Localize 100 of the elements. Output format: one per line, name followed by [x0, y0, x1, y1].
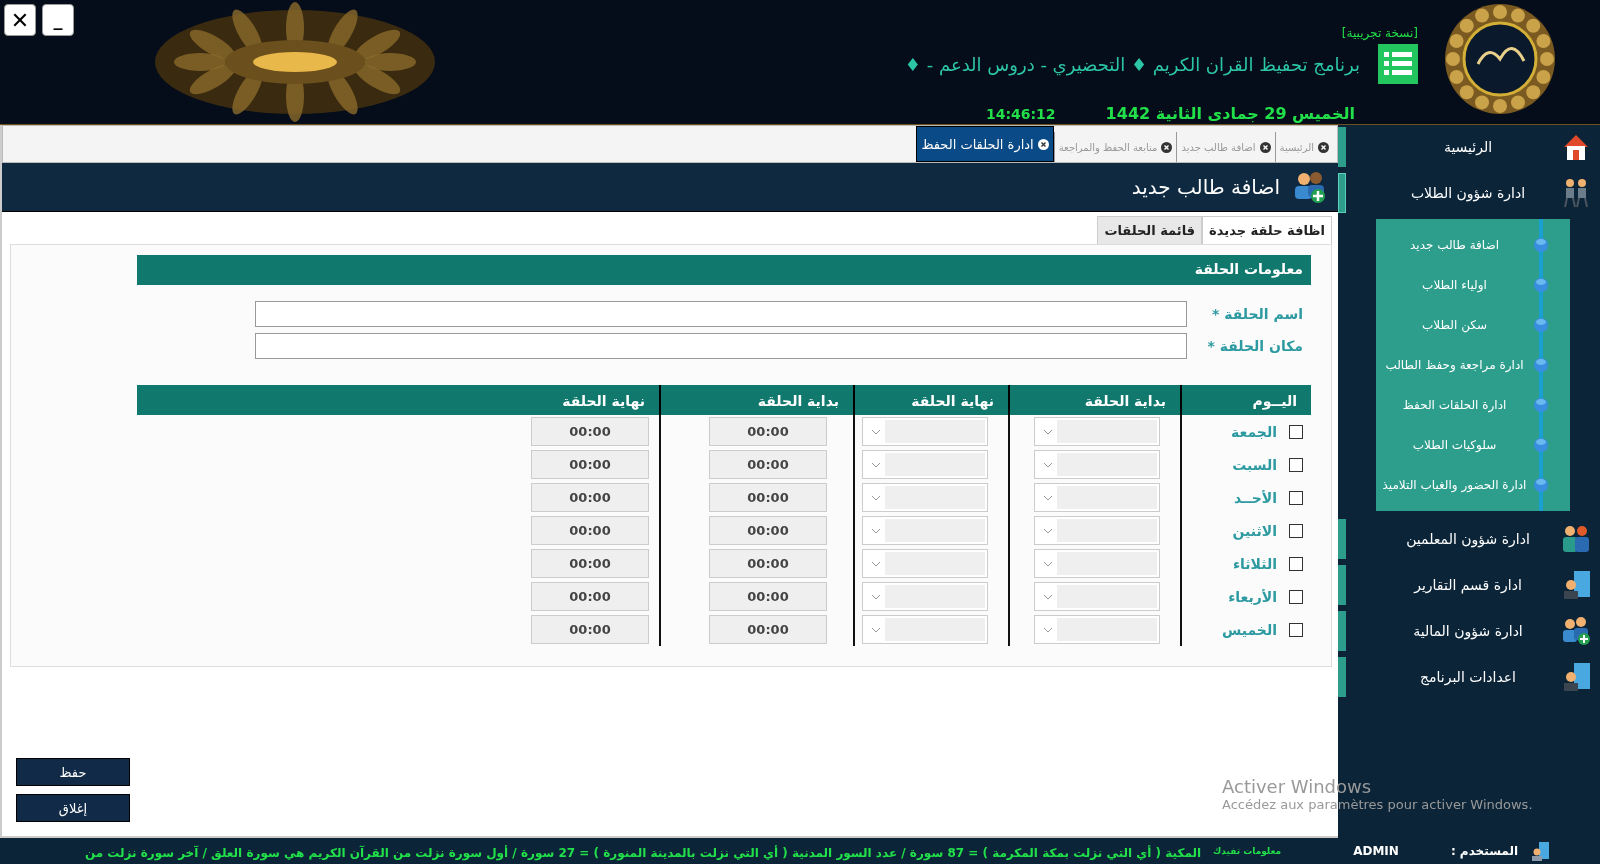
column-header: نهاية الحلقة — [561, 392, 646, 412]
time-field[interactable]: 00:00 — [709, 582, 827, 611]
day-label: الجمعة — [1231, 423, 1277, 440]
time-field[interactable]: 00:00 — [531, 450, 649, 479]
checkbox[interactable] — [1289, 589, 1303, 604]
time-field[interactable]: 00:00 — [709, 450, 827, 479]
sidebar-item-label: اعدادات البرنامج — [1418, 669, 1517, 685]
sidebar-item[interactable]: ادارة شؤون المالية — [1376, 611, 1600, 651]
chevron-down-icon — [1043, 428, 1053, 435]
user-name: ADMIN — [1353, 844, 1399, 858]
chevron-down-icon — [1043, 461, 1053, 468]
document-tab[interactable]: ادارة الحلقات الحفظ — [916, 126, 1054, 162]
time-field[interactable]: 00:00 — [531, 483, 649, 512]
chevron-down-icon — [1043, 593, 1053, 600]
dropdown[interactable] — [862, 549, 988, 578]
time-field[interactable]: 00:00 — [531, 615, 649, 644]
close-icon — [1259, 141, 1271, 153]
time-field[interactable]: 00:00 — [709, 516, 827, 545]
field-label: اسم الحلقة * — [1210, 306, 1304, 322]
people-add-icon — [1560, 615, 1592, 647]
close-button[interactable]: ✕ — [4, 4, 36, 36]
clock-time: 14:46:12 — [985, 106, 1056, 122]
column-header: نهاية الحلقة — [853, 385, 1008, 415]
dot-icon — [1533, 437, 1549, 453]
version-label: [نسخة تجريبية] — [1341, 26, 1418, 40]
sidebar-item-label: ادارة قسم التقارير — [1412, 577, 1523, 593]
dropdown[interactable] — [1034, 516, 1160, 545]
dropdown[interactable] — [862, 483, 988, 512]
action-button[interactable]: حفظ — [16, 758, 130, 786]
time-field[interactable]: 00:00 — [709, 483, 827, 512]
sidebar-item[interactable]: اعدادات البرنامج — [1376, 657, 1600, 697]
chevron-down-icon — [871, 494, 881, 501]
day-label: الثلاثاء — [1232, 555, 1277, 572]
chevron-down-icon — [1043, 494, 1053, 501]
dropdown[interactable] — [862, 516, 988, 545]
input-field[interactable] — [255, 333, 1187, 359]
chevron-down-icon — [1043, 626, 1053, 633]
tab[interactable]: قائمة الحلقات — [1097, 216, 1203, 245]
chevron-down-icon — [871, 560, 881, 567]
minimize-button[interactable]: _ — [42, 4, 74, 36]
checkbox[interactable] — [1289, 490, 1303, 505]
dropdown[interactable] — [1034, 450, 1160, 479]
sidebar-item[interactable]: ادارة شؤون الطلاب — [1376, 173, 1600, 213]
section-header: معلومات الحلقة — [137, 255, 1311, 285]
dot-icon — [1533, 397, 1549, 413]
dropdown[interactable] — [862, 615, 988, 644]
person-building-icon — [1530, 841, 1550, 861]
checkbox[interactable] — [1289, 424, 1303, 439]
checkbox[interactable] — [1289, 556, 1303, 571]
time-field[interactable]: 00:00 — [531, 549, 649, 578]
day-label: الاثنين — [1232, 522, 1277, 539]
page-title: اضافة طالب جديد — [1131, 175, 1280, 199]
sidebar-item-label: الرئيسية — [1442, 139, 1494, 155]
checkbox[interactable] — [1289, 457, 1303, 472]
chevron-down-icon — [871, 461, 881, 468]
field-label: مكان الحلقة * — [1206, 338, 1304, 354]
dot-icon — [1533, 277, 1549, 293]
dropdown[interactable] — [1034, 549, 1160, 578]
app-title: برنامج تحفيظ القران الكريم ♦ التحضيري - دروس الدعم - ♦ — [904, 53, 1360, 75]
list-icon — [1378, 44, 1418, 84]
news-ticker: المكية ( أي التي نزلت بمكة المكرمة ) = 87 سورة / عدد السور المدنية ( أي التي نزلت بالمدينة المنورة ) = 27 سورة / أول سورة نزلت من القرآن الكريم هي سورة العلق / آخر سورة نزلت من — [84, 845, 1202, 860]
time-field[interactable]: 00:00 — [531, 516, 649, 545]
chevron-down-icon — [1043, 560, 1053, 567]
sidebar-item[interactable]: ادارة شؤون المعلمين — [1376, 519, 1600, 559]
close-icon — [1318, 141, 1329, 153]
day-label: الأربعاء — [1228, 588, 1277, 605]
input-field[interactable] — [255, 301, 1187, 327]
chevron-down-icon — [871, 428, 881, 435]
dropdown[interactable] — [862, 450, 988, 479]
dot-icon — [1533, 237, 1549, 253]
tab[interactable]: اظافة حلقة جديدة — [1202, 216, 1332, 245]
dropdown[interactable] — [1034, 417, 1160, 446]
sidebar-item-label: ادارة شؤون المالية — [1412, 623, 1524, 639]
info-label: معلومات تفيدك — [1213, 846, 1282, 856]
time-field[interactable]: 00:00 — [709, 417, 827, 446]
checkbox[interactable] — [1289, 523, 1303, 538]
people-add-icon — [1292, 170, 1326, 204]
user-label: المستخدم : — [1450, 844, 1518, 858]
close-icon — [1037, 138, 1049, 150]
dropdown[interactable] — [862, 417, 988, 446]
day-label: السبت — [1232, 456, 1277, 473]
time-field[interactable]: 00:00 — [531, 582, 649, 611]
family-icon — [1560, 523, 1592, 555]
dropdown[interactable] — [1034, 615, 1160, 644]
checkbox[interactable] — [1289, 622, 1303, 637]
time-field[interactable]: 00:00 — [709, 615, 827, 644]
column-header: بداية الحلقة — [659, 385, 853, 415]
chevron-down-icon — [871, 527, 881, 534]
sidebar-item[interactable]: ادارة قسم التقارير — [1376, 565, 1600, 605]
day-label: الأحــد — [1234, 489, 1277, 506]
chevron-down-icon — [1043, 527, 1053, 534]
time-field[interactable]: 00:00 — [531, 417, 649, 446]
dropdown[interactable] — [1034, 582, 1160, 611]
dropdown[interactable] — [862, 582, 988, 611]
dropdown[interactable] — [1034, 483, 1160, 512]
sidebar-item-label: ادارة شؤون الطلاب — [1409, 185, 1527, 201]
dot-icon — [1533, 477, 1549, 493]
action-button[interactable]: إغلاق — [16, 794, 130, 822]
sidebar-item[interactable]: الرئيسية — [1376, 127, 1600, 167]
time-field[interactable]: 00:00 — [709, 549, 827, 578]
